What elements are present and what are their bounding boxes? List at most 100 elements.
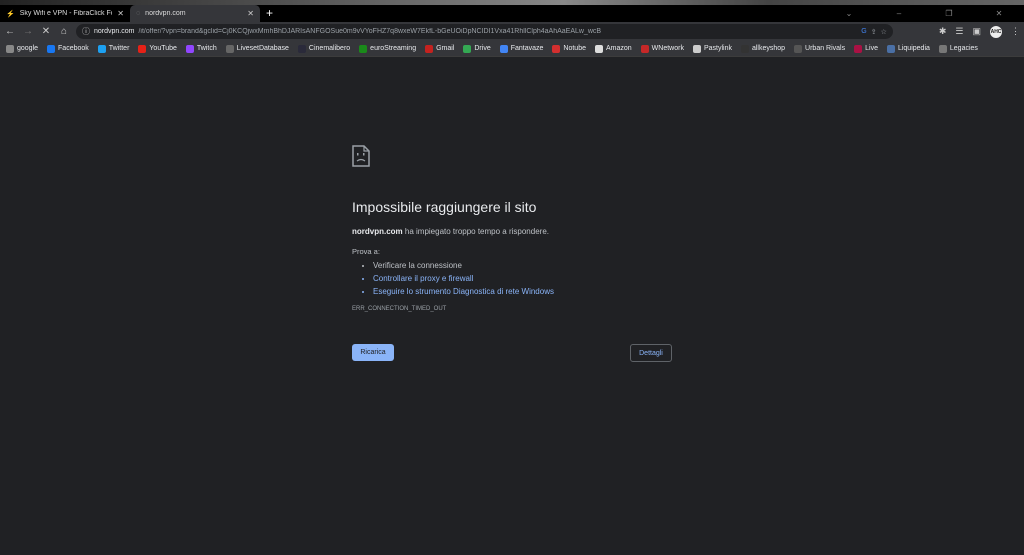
bookmark-youtube[interactable]: YouTube (138, 44, 177, 53)
bookmark-star-icon[interactable]: ☆ (881, 28, 887, 36)
bookmark-label: Fantavaze (510, 45, 544, 52)
bookmark-label: Pastylink (703, 45, 732, 52)
bookmark-favicon-icon (854, 44, 863, 53)
tab-strip: ⚡ Sky Wifi e VPN - FibraClick Forum ✕ ◌ … (0, 5, 1024, 22)
bookmark-favicon-icon (47, 44, 56, 53)
bookmark-label: Liquipedia (897, 45, 930, 52)
bookmark-label: Facebook (58, 45, 89, 52)
profile-avatar[interactable]: AHC (990, 25, 1002, 38)
tab-nordvpn[interactable]: ◌ nordvpn.com ✕ (130, 5, 260, 22)
bookmark-notube[interactable]: Notube (552, 44, 586, 53)
bookmark-label: Drive (474, 45, 491, 52)
bookmark-favicon-icon (463, 44, 472, 53)
bookmark-facebook[interactable]: Facebook (47, 44, 89, 53)
bookmark-favicon-icon (640, 44, 649, 53)
bookmark-favicon-icon (499, 44, 508, 53)
google-lens-icon[interactable]: G (861, 28, 866, 35)
info-icon[interactable]: ⓘ (82, 26, 90, 37)
bookmark-label: Twitch (196, 45, 217, 52)
bookmark-favicon-icon (938, 44, 947, 53)
bookmark-label: WNetwork (651, 45, 684, 52)
suggestion-check-connection: Verificare la connessione (373, 261, 672, 270)
bookmark-twitter[interactable]: Twitter (97, 44, 130, 53)
error-code: ERR_CONNECTION_TIMED_OUT (352, 306, 447, 312)
menu-icon[interactable]: ⋮ (1011, 26, 1020, 37)
bookmark-label: Cinemalibero (308, 45, 351, 52)
bookmark-label: Urban Rivals (805, 45, 846, 52)
error-description: nordvpn.com ha impiegato troppo tempo a … (352, 227, 549, 236)
bookmark-favicon-icon (552, 44, 561, 53)
bookmark-label: Twitter (108, 45, 130, 52)
back-button[interactable]: ← (4, 26, 16, 37)
bookmark-eurostreaming[interactable]: euroStreaming (359, 44, 417, 53)
bookmark-label: LivesetDatabase (236, 45, 289, 52)
bookmark-favicon-icon (692, 44, 701, 53)
bookmark-cinemalibero[interactable]: Cinemalibero (297, 44, 351, 53)
suggestions-list: Verificare la connessione Controllare il… (352, 261, 672, 296)
bookmark-label: google (17, 45, 39, 52)
bookmark-favicon-icon (297, 44, 306, 53)
side-panel-icon[interactable]: ▣ (972, 26, 981, 37)
sad-page-icon (352, 145, 370, 167)
bookmarks-bar: google Facebook Twitter YouTube Twitch Livese… (0, 41, 1024, 57)
bookmark-favicon-icon (594, 44, 603, 53)
share-icon[interactable]: ⇪ (871, 28, 877, 36)
bookmark-amazon[interactable]: Amazon (594, 44, 632, 53)
forward-button[interactable]: → (22, 26, 34, 37)
reading-list-icon[interactable]: ☰ (955, 26, 963, 37)
address-bar[interactable]: ⓘ nordvpn.com/it/offer/?vpn=brand&gclid=… (76, 24, 893, 39)
bookmark-favicon-icon (740, 44, 749, 53)
bookmark-fantavaze[interactable]: Fantavaze (499, 44, 544, 53)
tab-fibraclick[interactable]: ⚡ Sky Wifi e VPN - FibraClick Forum ✕ (0, 5, 130, 22)
bookmark-wnetwork[interactable]: WNetwork (640, 44, 684, 53)
bookmark-label: YouTube (149, 45, 177, 52)
bookmark-gmail[interactable]: Gmail (425, 44, 455, 53)
close-window-button[interactable]: ✕ (974, 9, 1024, 18)
minimize-button[interactable]: – (874, 9, 924, 18)
bookmark-favicon-icon (6, 44, 14, 53)
try-label: Prova a: (352, 247, 380, 256)
suggestion-proxy-firewall-link[interactable]: Controllare il proxy e firewall (373, 274, 672, 283)
bookmark-favicon-icon (138, 44, 147, 53)
bookmark-twitch[interactable]: Twitch (185, 44, 217, 53)
bookmark-label: Legacies (949, 45, 978, 52)
bookmark-favicon-icon (794, 44, 803, 53)
bookmark-label: Notube (563, 45, 586, 52)
tab-search-icon[interactable]: ⌄ (824, 9, 874, 18)
reload-button[interactable]: Ricarica (352, 344, 394, 361)
bookmark-label: allkeyshop (751, 45, 786, 52)
stop-loading-button[interactable]: ✕ (40, 26, 52, 37)
bookmark-favicon-icon (886, 44, 895, 53)
error-page: Impossibile raggiungere il sito nordvpn.… (352, 145, 672, 362)
bookmark-label: Gmail (436, 45, 455, 52)
bolt-icon: ⚡ (6, 10, 15, 18)
bookmark-label: Amazon (605, 45, 632, 52)
bookmark-liquipedia[interactable]: Liquipedia (886, 44, 930, 53)
bookmark-livesetdatabase[interactable]: LivesetDatabase (225, 44, 289, 53)
close-tab-icon[interactable]: ✕ (247, 9, 254, 18)
bookmark-urban-rivals[interactable]: Urban Rivals (794, 44, 846, 53)
bookmark-drive[interactable]: Drive (463, 44, 491, 53)
bookmark-favicon-icon (97, 44, 106, 53)
bookmark-live[interactable]: Live (854, 44, 878, 53)
bookmark-favicon-icon (225, 44, 234, 53)
new-tab-button[interactable]: + (266, 5, 273, 22)
toolbar: ← → ✕ ⌂ ⓘ nordvpn.com/it/offer/?vpn=bran… (0, 22, 1024, 41)
loading-spinner-icon: ◌ (136, 10, 141, 17)
bookmark-label: euroStreaming (370, 45, 417, 52)
bookmark-favicon-icon (359, 44, 368, 53)
bookmark-google[interactable]: google (6, 44, 39, 53)
error-title: Impossibile raggiungere il sito (352, 199, 537, 215)
bookmark-legacies[interactable]: Legacies (938, 44, 978, 53)
bookmark-favicon-icon (185, 44, 194, 53)
restore-button[interactable]: ❐ (924, 9, 974, 18)
bookmark-pastylink[interactable]: Pastylink (692, 44, 732, 53)
extensions-icon[interactable]: ✱ (939, 26, 947, 37)
bookmark-allkeyshop[interactable]: allkeyshop (740, 44, 786, 53)
details-button[interactable]: Dettagli (630, 344, 672, 362)
bookmark-favicon-icon (425, 44, 434, 53)
close-tab-icon[interactable]: ✕ (117, 9, 124, 18)
home-button[interactable]: ⌂ (58, 26, 70, 37)
suggestion-network-diagnostics-link[interactable]: Eseguire lo strumento Diagnostica di ret… (373, 287, 672, 296)
bookmark-label: Live (865, 45, 878, 52)
